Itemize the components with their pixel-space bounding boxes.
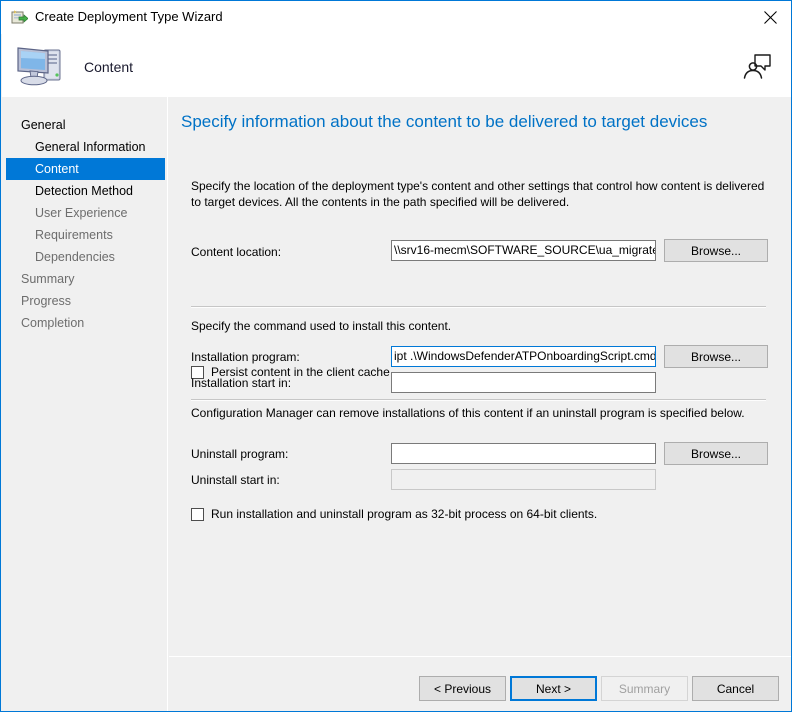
installation-start-in-label: Installation start in: [191, 376, 292, 390]
create-wizard-icon [11, 9, 29, 26]
computer-icon [14, 42, 66, 90]
installation-program-value: ipt .\WindowsDefenderATPOnboardingScript… [394, 349, 656, 363]
section-separator-uninstall [191, 399, 766, 401]
create-deployment-type-wizard-window: Create Deployment Type Wizard Content Ge… [0, 0, 792, 712]
sidebar-item-detection-method[interactable]: Detection Method [2, 180, 167, 202]
sidebar-item-dependencies[interactable]: Dependencies [2, 246, 167, 268]
sidebar-item-progress[interactable]: Progress [2, 290, 167, 312]
cancel-button[interactable]: Cancel [692, 676, 779, 701]
run-32bit-checkbox-row[interactable]: Run installation and uninstall program a… [191, 507, 597, 521]
close-icon [763, 10, 777, 24]
summary-button: Summary [601, 676, 688, 701]
uninstall-start-in-input [391, 469, 656, 490]
help-person-icon [743, 54, 771, 79]
sidebar-item-completion[interactable]: Completion [2, 312, 167, 334]
uninstall-section-text: Configuration Manager can remove install… [191, 406, 745, 420]
wizard-step-list: General General Information Content Dete… [2, 97, 167, 334]
uninstall-program-browse-button[interactable]: Browse... [664, 442, 768, 465]
previous-button[interactable]: < Previous [419, 676, 506, 701]
content-location-label: Content location: [191, 245, 282, 259]
intro-description: Specify the location of the deployment t… [191, 179, 765, 209]
content-location-browse-button[interactable]: Browse... [664, 239, 768, 262]
wizard-main-panel: Specify information about the content to… [169, 97, 791, 711]
next-button[interactable]: Next > [510, 676, 597, 701]
help-button[interactable] [742, 52, 772, 80]
wizard-sidebar: General General Information Content Dete… [2, 97, 168, 711]
window-title: Create Deployment Type Wizard [35, 9, 223, 24]
installation-start-in-input[interactable] [391, 372, 656, 393]
sidebar-item-general[interactable]: General [2, 114, 167, 136]
sidebar-item-summary[interactable]: Summary [2, 268, 167, 290]
installation-program-input[interactable]: ipt .\WindowsDefenderATPOnboardingScript… [391, 346, 656, 367]
title-bar: Create Deployment Type Wizard [1, 1, 791, 34]
section-separator-install [191, 306, 766, 308]
run-32bit-checkbox[interactable] [191, 507, 204, 521]
sidebar-item-general-information[interactable]: General Information [2, 136, 167, 158]
install-section-text: Specify the command used to install this… [191, 319, 452, 333]
sidebar-item-content[interactable]: Content [6, 158, 165, 180]
uninstall-program-label: Uninstall program: [191, 447, 289, 461]
close-button[interactable] [747, 1, 791, 33]
wizard-header: Content [2, 34, 791, 97]
page-title: Content [84, 59, 134, 75]
page-heading: Specify information about the content to… [181, 112, 708, 131]
uninstall-program-input[interactable] [391, 443, 656, 464]
wizard-footer: < Previous Next > Summary Cancel [2, 665, 791, 711]
run-32bit-label: Run installation and uninstall program a… [211, 507, 598, 521]
footer-separator [169, 656, 791, 657]
uninstall-start-in-label: Uninstall start in: [191, 473, 280, 487]
installation-program-label: Installation program: [191, 350, 300, 364]
content-location-input[interactable]: \\srv16-mecm\SOFTWARE_SOURCE\ua_migrate [391, 240, 656, 261]
sidebar-item-user-experience[interactable]: User Experience [2, 202, 167, 224]
sidebar-item-requirements[interactable]: Requirements [2, 224, 167, 246]
installation-program-browse-button[interactable]: Browse... [664, 345, 768, 368]
